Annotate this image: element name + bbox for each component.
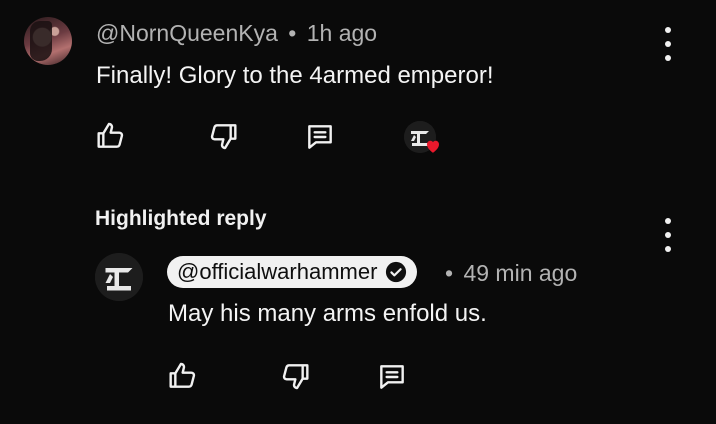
heart-icon — [427, 140, 439, 153]
more-vertical-icon — [665, 27, 671, 33]
reply-author-pill[interactable]: @officialwarhammer — [167, 256, 418, 288]
comment-icon — [380, 365, 404, 389]
reply-like-button[interactable] — [164, 358, 200, 394]
reply-meta: • 49 min ago — [445, 260, 577, 287]
reply-more-button[interactable] — [661, 218, 675, 252]
commenter-avatar[interactable] — [24, 17, 72, 65]
comment-author-handle[interactable]: @NornQueenKya — [96, 20, 278, 46]
reply-author-handle: @officialwarhammer — [177, 259, 378, 284]
comment-icon — [308, 125, 332, 149]
meta-separator: • — [288, 20, 297, 46]
like-button[interactable] — [92, 118, 128, 154]
reply-dislike-button[interactable] — [278, 358, 314, 394]
highlighted-reply-label: Highlighted reply — [95, 207, 267, 230]
creator-avatar[interactable] — [95, 253, 143, 301]
creator-heart — [424, 137, 442, 160]
thumbs-down-icon — [210, 124, 237, 150]
more-vertical-icon — [665, 218, 671, 224]
dislike-button[interactable] — [206, 118, 242, 154]
warhammer-logo-icon — [95, 253, 143, 301]
reply-button[interactable] — [302, 119, 338, 155]
reply-reply-button[interactable] — [374, 359, 410, 395]
thumbs-up-icon — [97, 122, 124, 148]
reply-time: 49 min ago — [463, 260, 578, 286]
comment-more-button[interactable] — [661, 27, 675, 61]
comment-meta: @NornQueenKya • 1h ago — [96, 20, 377, 47]
comment-time: 1h ago — [306, 20, 378, 46]
reply-text: May his many arms enfold us. — [168, 300, 487, 327]
verified-check-icon — [386, 261, 407, 283]
thumbs-up-icon — [169, 362, 196, 388]
meta-separator: • — [445, 260, 454, 286]
comment-text: Finally! Glory to the 4armed emperor! — [96, 62, 494, 89]
thumbs-down-icon — [282, 364, 309, 390]
